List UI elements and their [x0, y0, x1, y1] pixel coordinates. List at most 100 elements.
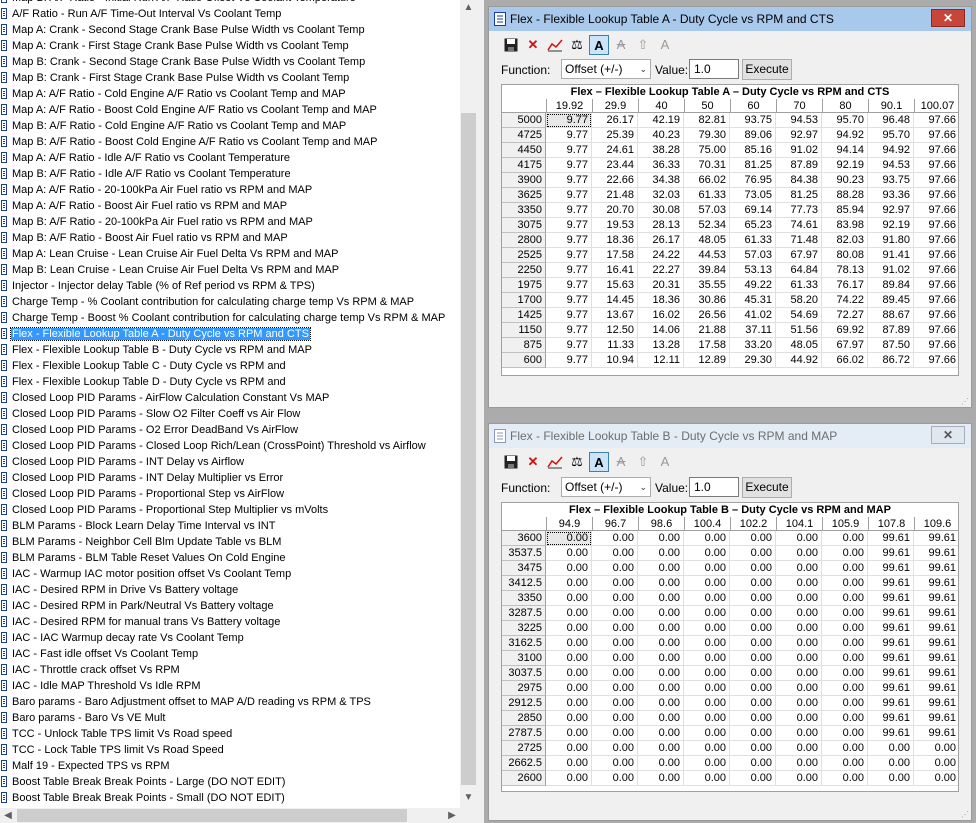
table-cell[interactable]: 30.86: [684, 293, 730, 308]
list-item[interactable]: Map A: Lean Cruise - Lean Cruise Air Fue…: [0, 246, 446, 262]
table-cell[interactable]: 30.08: [638, 203, 684, 218]
table-cell[interactable]: 32.03: [638, 188, 684, 203]
table-cell[interactable]: 12.11: [638, 353, 684, 368]
table-cell[interactable]: 87.50: [868, 338, 914, 353]
execute-button[interactable]: Execute: [742, 477, 792, 498]
table-cell[interactable]: 0.00: [730, 771, 776, 786]
value-input[interactable]: 1.0: [689, 477, 739, 497]
table-cell[interactable]: 0.00: [592, 636, 638, 651]
table-cell[interactable]: 48.05: [684, 233, 730, 248]
table-cell[interactable]: 0.00: [822, 711, 868, 726]
save-icon[interactable]: [501, 35, 521, 55]
list-item[interactable]: Closed Loop PID Params - Proportional St…: [0, 486, 446, 502]
table-cell[interactable]: 0.00: [822, 531, 868, 546]
table-cell[interactable]: 0.00: [638, 591, 684, 606]
table-cell[interactable]: 40.23: [638, 128, 684, 143]
balance-icon[interactable]: ⚖: [567, 452, 587, 472]
table-cell[interactable]: 0.00: [684, 681, 730, 696]
table-cell[interactable]: 97.66: [914, 293, 958, 308]
table-cell[interactable]: 35.55: [684, 278, 730, 293]
table-b-grid[interactable]: Flex – Flexible Lookup Table B – Duty Cy…: [501, 502, 959, 792]
value-input[interactable]: 1.0: [689, 59, 739, 79]
list-item[interactable]: Flex - Flexible Lookup Table C - Duty Cy…: [0, 358, 446, 374]
table-cell[interactable]: 64.84: [776, 263, 822, 278]
scroll-up-arrow-icon[interactable]: ▲: [460, 0, 477, 16]
table-cell[interactable]: 16.02: [638, 308, 684, 323]
table-cell[interactable]: 0.00: [592, 666, 638, 681]
table-cell[interactable]: 92.97: [776, 128, 822, 143]
table-cell[interactable]: 0.00: [822, 681, 868, 696]
table-cell[interactable]: 0.00: [730, 726, 776, 741]
table-cell[interactable]: 0.00: [592, 546, 638, 561]
table-cell[interactable]: 88.28: [822, 188, 868, 203]
table-cell[interactable]: 0.00: [730, 711, 776, 726]
list-item[interactable]: Map A: Crank - First Stage Crank Base Pu…: [0, 38, 446, 54]
table-cell[interactable]: 20.31: [638, 278, 684, 293]
table-cell[interactable]: 0.00: [546, 531, 592, 546]
table-cell[interactable]: 0.00: [776, 591, 822, 606]
table-cell[interactable]: 0.00: [546, 606, 592, 621]
scroll-down-arrow-icon[interactable]: ▼: [460, 790, 477, 806]
table-cell[interactable]: 0.00: [592, 606, 638, 621]
table-cell[interactable]: 71.48: [776, 233, 822, 248]
table-cell[interactable]: 0.00: [868, 741, 914, 756]
table-cell[interactable]: 97.66: [914, 203, 958, 218]
table-cell[interactable]: 99.61: [914, 576, 958, 591]
table-cell[interactable]: 16.41: [592, 263, 638, 278]
table-cell[interactable]: 67.97: [822, 338, 868, 353]
table-cell[interactable]: 0.00: [638, 531, 684, 546]
table-cell[interactable]: 57.03: [684, 203, 730, 218]
table-cell[interactable]: 97.66: [914, 188, 958, 203]
list-item[interactable]: Closed Loop PID Params - O2 Error DeadBa…: [0, 422, 446, 438]
list-item[interactable]: BLM Params - BLM Table Reset Values On C…: [0, 550, 446, 566]
table-cell[interactable]: 0.00: [684, 561, 730, 576]
list-item[interactable]: Map B: Lean Cruise - Lean Cruise Air Fue…: [0, 262, 446, 278]
table-cell[interactable]: 0.00: [822, 696, 868, 711]
list-item[interactable]: A/F Ratio - Run A/F Time-Out Interval Vs…: [0, 6, 446, 22]
table-cell[interactable]: 0.00: [592, 696, 638, 711]
resize-grip-icon[interactable]: ⋰: [961, 810, 969, 819]
table-cell[interactable]: 61.33: [684, 188, 730, 203]
table-cell[interactable]: 0.00: [730, 741, 776, 756]
table-cell[interactable]: 0.00: [546, 696, 592, 711]
table-cell[interactable]: 99.61: [868, 591, 914, 606]
table-cell[interactable]: 9.77: [546, 353, 592, 368]
table-cell[interactable]: 33.20: [730, 338, 776, 353]
table-cell[interactable]: 0.00: [684, 756, 730, 771]
horizontal-scrollbar[interactable]: ◀ ▶: [0, 808, 460, 823]
table-cell[interactable]: 0.00: [776, 696, 822, 711]
table-cell[interactable]: 86.72: [868, 353, 914, 368]
window-table-a[interactable]: Flex - Flexible Lookup Table A - Duty Cy…: [488, 6, 972, 408]
table-cell[interactable]: 65.23: [730, 218, 776, 233]
table-cell[interactable]: 99.61: [914, 546, 958, 561]
table-cell[interactable]: 97.66: [914, 233, 958, 248]
resize-grip-icon[interactable]: ⋰: [961, 397, 969, 406]
table-cell[interactable]: 17.58: [684, 338, 730, 353]
table-cell[interactable]: 54.69: [776, 308, 822, 323]
table-cell[interactable]: 0.00: [684, 531, 730, 546]
table-cell[interactable]: 26.17: [638, 233, 684, 248]
table-cell[interactable]: 97.66: [914, 353, 958, 368]
vertical-scroll-thumb[interactable]: [461, 113, 476, 785]
table-cell[interactable]: 0.00: [592, 756, 638, 771]
table-cell[interactable]: 97.66: [914, 158, 958, 173]
table-cell[interactable]: 0.00: [546, 681, 592, 696]
list-item[interactable]: BLM Params - Neighbor Cell Blm Update Ta…: [0, 534, 446, 550]
font-a-icon[interactable]: A: [589, 452, 609, 472]
table-cell[interactable]: 48.05: [776, 338, 822, 353]
font-a-strike-icon[interactable]: A: [611, 452, 631, 472]
table-cell[interactable]: 94.14: [822, 143, 868, 158]
table-cell[interactable]: 99.61: [914, 636, 958, 651]
delete-icon[interactable]: ✕: [523, 452, 543, 472]
list-item[interactable]: IAC - IAC Warmup decay rate Vs Coolant T…: [0, 630, 446, 646]
table-cell[interactable]: 13.28: [638, 338, 684, 353]
list-item[interactable]: Injector - Injector delay Table (% of Re…: [0, 278, 446, 294]
table-cell[interactable]: 93.75: [868, 173, 914, 188]
list-item[interactable]: Map B: A/F Ratio - Boost Cold Engine A/F…: [0, 134, 446, 150]
table-cell[interactable]: 0.00: [776, 726, 822, 741]
table-cell[interactable]: 91.02: [776, 143, 822, 158]
list-item[interactable]: Baro params - Baro Adjustment offset to …: [0, 694, 446, 710]
table-a-grid[interactable]: Flex – Flexible Lookup Table A – Duty Cy…: [501, 84, 959, 376]
font-a-up-icon[interactable]: ⇧: [633, 452, 653, 472]
table-cell[interactable]: 99.61: [868, 531, 914, 546]
